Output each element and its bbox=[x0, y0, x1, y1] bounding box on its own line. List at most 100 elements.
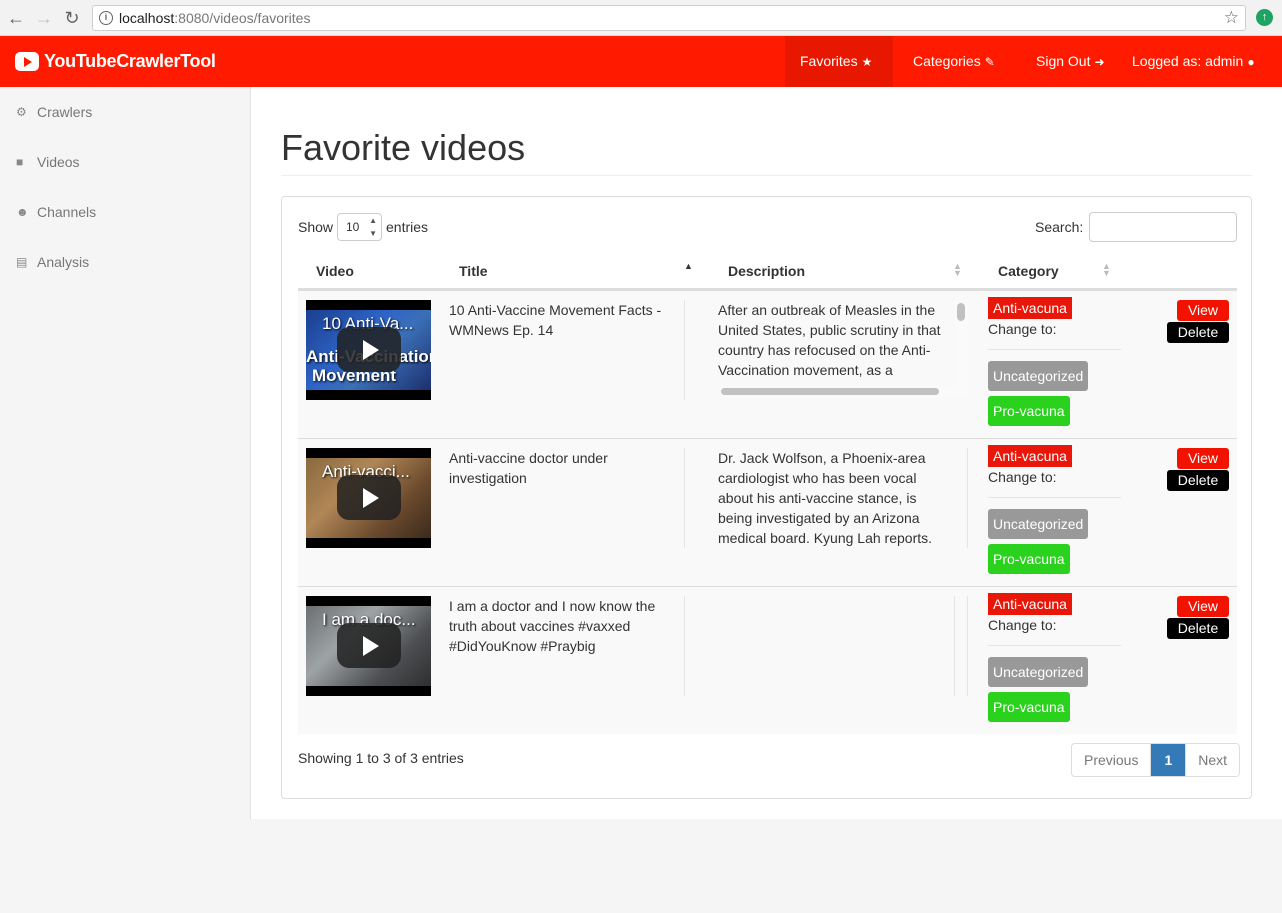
address-url[interactable]: localhost:8080/videos/favorites bbox=[119, 10, 310, 26]
info-icon[interactable]: i bbox=[99, 11, 113, 25]
page-length-select[interactable]: 10 ▲ ▼ bbox=[337, 213, 382, 241]
cell-divider bbox=[684, 300, 685, 400]
play-icon[interactable] bbox=[337, 475, 401, 520]
bar-chart-icon: ▤ bbox=[16, 255, 28, 269]
title-divider bbox=[281, 175, 1252, 176]
nav-favorites-label: Favorites bbox=[800, 53, 858, 69]
nav-favorites[interactable]: Favorites ★ bbox=[785, 36, 893, 87]
video-title: Anti-vaccine doctor under investigation bbox=[449, 450, 608, 486]
sign-out-icon: ➜ bbox=[1094, 55, 1105, 69]
table-row: I am a doc... I am a doctor and I now kn… bbox=[298, 586, 1237, 734]
page-title: Favorite videos bbox=[281, 127, 526, 168]
sidebar-item-videos[interactable]: ■ Videos bbox=[16, 154, 80, 170]
sidebar-item-label: Crawlers bbox=[37, 104, 93, 120]
column-header-video: Video bbox=[316, 263, 354, 279]
sidebar-item-channels[interactable]: ☻ Channels bbox=[16, 204, 96, 220]
play-icon[interactable] bbox=[337, 623, 401, 668]
back-arrow-icon[interactable]: ← bbox=[6, 8, 26, 28]
search-input[interactable] bbox=[1089, 212, 1237, 242]
forward-arrow-icon[interactable]: → bbox=[34, 8, 54, 28]
set-uncategorized-button[interactable]: Uncategorized bbox=[988, 657, 1089, 687]
set-pro-vacuna-button[interactable]: Pro-vacuna bbox=[988, 544, 1070, 574]
column-header-category[interactable]: Category bbox=[998, 263, 1059, 279]
sidebar-item-label: Analysis bbox=[37, 254, 90, 270]
cogs-icon: ⚙ bbox=[16, 105, 27, 119]
nav-categories[interactable]: Categories ✎ bbox=[898, 36, 1010, 87]
favorites-panel: Show 10 ▲ ▼ entries Search: Video Title ▲… bbox=[281, 196, 1252, 799]
column-header-title[interactable]: Title bbox=[459, 263, 488, 279]
cell-divider bbox=[967, 448, 968, 548]
set-pro-vacuna-button[interactable]: Pro-vacuna bbox=[988, 396, 1070, 426]
reload-icon[interactable]: ↻ bbox=[62, 8, 82, 28]
video-title: 10 Anti-Vaccine Movement Facts - WMNews … bbox=[449, 302, 662, 338]
sort-asc-icon[interactable]: ▲ bbox=[684, 262, 693, 271]
page-1-button[interactable]: 1 bbox=[1150, 744, 1186, 776]
delete-button[interactable]: Delete bbox=[1167, 322, 1229, 343]
next-page-button[interactable]: Next bbox=[1185, 744, 1240, 776]
current-category-badge: Anti-vacuna bbox=[988, 593, 1072, 615]
video-camera-icon: ■ bbox=[16, 155, 24, 169]
sidebar-item-analysis[interactable]: ▤ Analysis bbox=[16, 254, 89, 270]
nav-logged-user[interactable]: Logged as: admin ● bbox=[1117, 36, 1270, 87]
sort-both-icon[interactable]: ▲ ▼ bbox=[953, 262, 962, 278]
set-uncategorized-button[interactable]: Uncategorized bbox=[988, 509, 1089, 539]
table-header: Video Title ▲ Description ▲ ▼ Category ▲ ▼ bbox=[298, 257, 1237, 290]
previous-page-button[interactable]: Previous bbox=[1072, 744, 1151, 776]
extension-icon[interactable]: ↑ bbox=[1256, 9, 1273, 26]
change-to-label: Change to: bbox=[988, 617, 1057, 633]
cell-divider bbox=[684, 596, 685, 696]
sort-both-icon[interactable]: ▲ ▼ bbox=[1102, 262, 1111, 278]
scrollbar-thumb[interactable] bbox=[721, 388, 939, 395]
cell-divider bbox=[684, 448, 685, 548]
column-header-description[interactable]: Description bbox=[728, 263, 805, 279]
video-thumbnail[interactable]: Anti-vacci... bbox=[306, 448, 431, 548]
nav-categories-label: Categories bbox=[913, 53, 981, 69]
play-icon[interactable] bbox=[337, 327, 401, 372]
video-thumbnail[interactable]: I am a doc... bbox=[306, 596, 431, 696]
set-pro-vacuna-button[interactable]: Pro-vacuna bbox=[988, 692, 1070, 722]
entries-label: entries bbox=[386, 219, 429, 235]
cell-divider bbox=[954, 596, 955, 696]
nav-user-label: Logged as: admin bbox=[1132, 53, 1244, 69]
search-label: Search: bbox=[1035, 219, 1084, 235]
scrollbar-thumb[interactable] bbox=[957, 303, 965, 321]
user-icon: ● bbox=[1247, 55, 1255, 69]
view-button[interactable]: View bbox=[1177, 300, 1229, 321]
description-vertical-scrollbar[interactable] bbox=[954, 300, 968, 388]
delete-button[interactable]: Delete bbox=[1167, 470, 1229, 491]
url-path: :8080/videos/favorites bbox=[174, 10, 311, 26]
set-uncategorized-button[interactable]: Uncategorized bbox=[988, 361, 1089, 391]
sidebar-item-label: Channels bbox=[37, 204, 97, 220]
users-icon: ☻ bbox=[16, 205, 29, 219]
top-navbar: YouTubeCrawlerTool Favorites ★ Categories… bbox=[0, 36, 1282, 87]
pagination: Previous 1 Next bbox=[1071, 743, 1241, 777]
video-thumbnail[interactable]: 10 Anti-Va... Anti-Vaccination Movement bbox=[306, 300, 431, 400]
delete-button[interactable]: Delete bbox=[1167, 618, 1229, 639]
sidebar-item-crawlers[interactable]: ⚙ Crawlers bbox=[16, 104, 92, 120]
star-icon[interactable]: ☆ bbox=[1224, 8, 1239, 28]
video-title: I am a doctor and I now know the truth a… bbox=[449, 598, 656, 654]
nav-sign-out-label: Sign Out bbox=[1036, 53, 1091, 69]
view-button[interactable]: View bbox=[1177, 596, 1229, 617]
change-to-label: Change to: bbox=[988, 321, 1057, 337]
brand-name: YouTubeCrawlerTool bbox=[44, 51, 216, 71]
category-divider bbox=[988, 497, 1121, 498]
address-bar[interactable]: i localhost:8080/videos/favorites ☆ bbox=[92, 5, 1246, 31]
table-row: Anti-vacci... Anti-vaccine doctor under … bbox=[298, 438, 1237, 586]
nav-sign-out[interactable]: Sign Out ➜ bbox=[1021, 36, 1120, 87]
sidebar: ⚙ Crawlers ■ Videos ☻ Channels ▤ Analysi… bbox=[0, 87, 251, 819]
change-to-label: Change to: bbox=[988, 469, 1057, 485]
sidebar-item-label: Videos bbox=[37, 154, 80, 170]
video-description bbox=[718, 596, 953, 684]
view-button[interactable]: View bbox=[1177, 448, 1229, 469]
edit-icon: ✎ bbox=[984, 55, 995, 69]
show-label: Show bbox=[298, 219, 334, 235]
description-horizontal-scrollbar[interactable] bbox=[718, 386, 968, 398]
select-arrows-icon: ▲ ▼ bbox=[369, 216, 377, 238]
video-description: Dr. Jack Wolfson, a Phoenix-area cardiol… bbox=[718, 450, 933, 546]
brand-link[interactable]: YouTubeCrawlerTool bbox=[15, 51, 216, 72]
category-divider bbox=[988, 349, 1121, 350]
star-icon: ★ bbox=[861, 55, 873, 69]
table-info: Showing 1 to 3 of 3 entries bbox=[298, 750, 464, 766]
current-category-badge: Anti-vacuna bbox=[988, 445, 1072, 467]
